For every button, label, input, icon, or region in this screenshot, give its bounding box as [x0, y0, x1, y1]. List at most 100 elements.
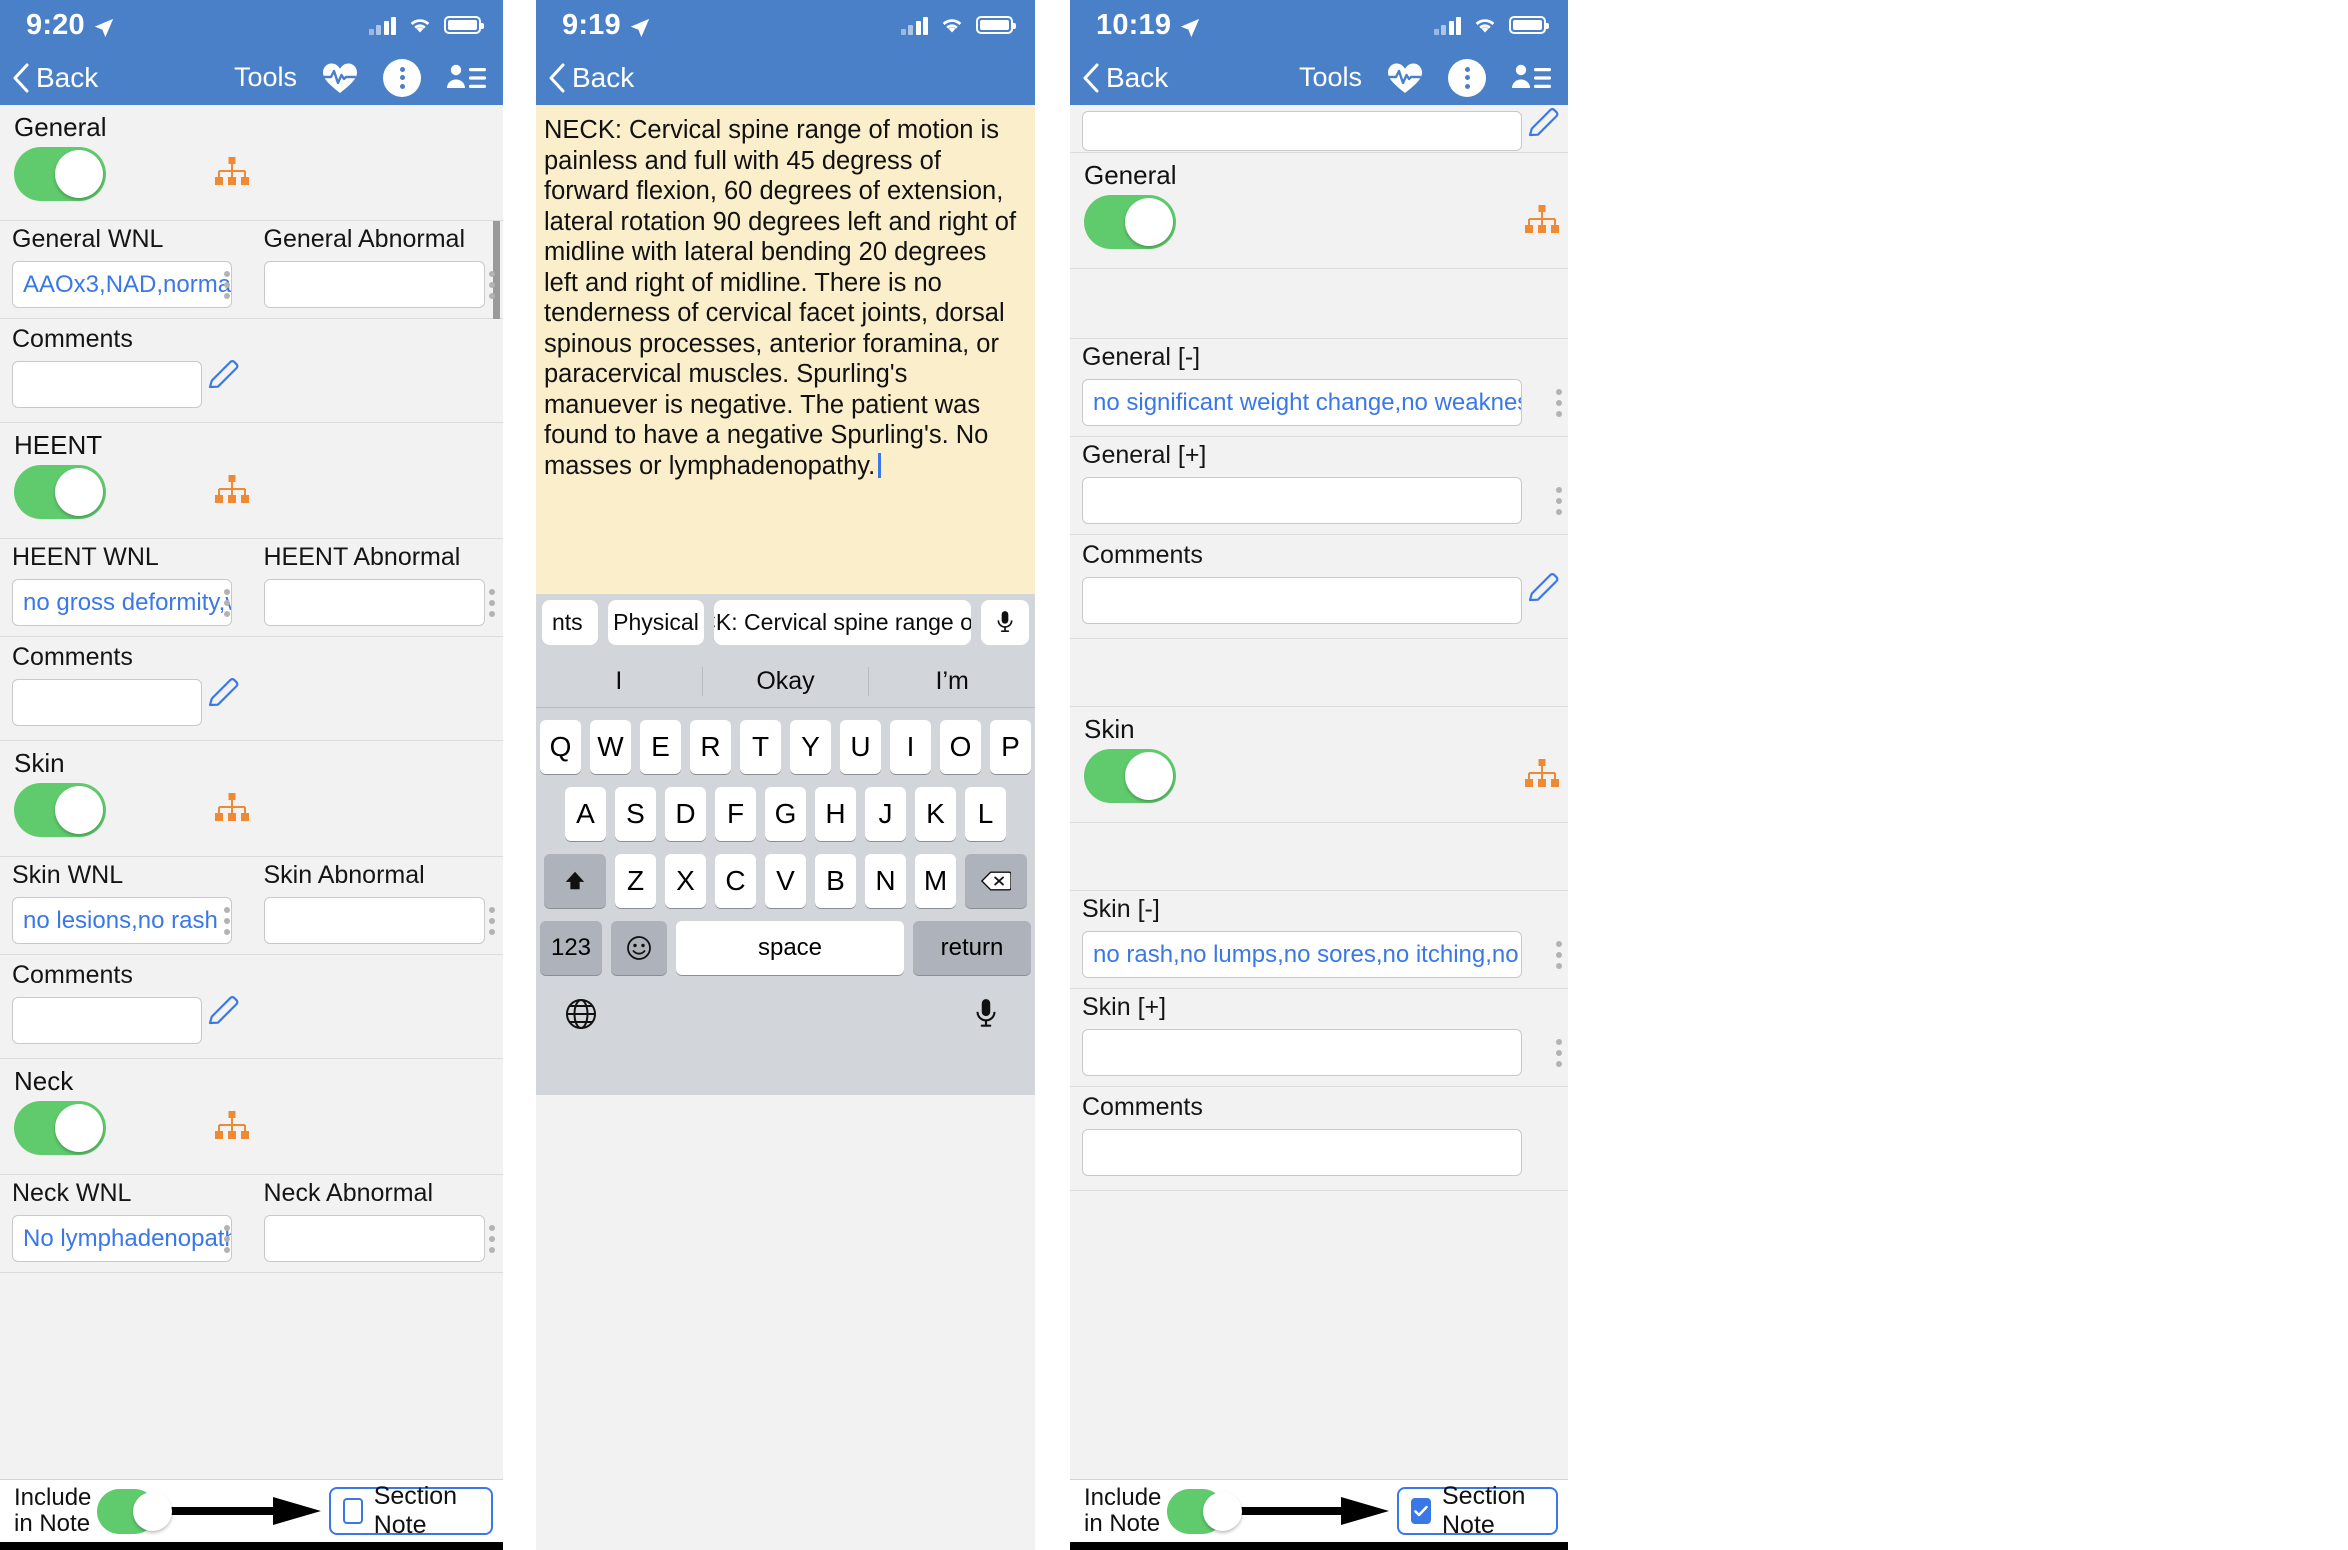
- key-c[interactable]: C: [715, 854, 756, 908]
- section-toggle[interactable]: [14, 464, 106, 519]
- key-g[interactable]: G: [765, 787, 806, 841]
- section-note-button[interactable]: Section Note: [1396, 1482, 1558, 1539]
- key-w[interactable]: W: [590, 720, 631, 774]
- key-u[interactable]: U: [840, 720, 881, 774]
- negative-input[interactable]: no significant weight change,no weakness…: [1082, 379, 1522, 426]
- shift-up-arrow-icon[interactable]: [544, 854, 606, 908]
- more-options-icon[interactable]: [1556, 1039, 1562, 1067]
- key-q[interactable]: Q: [540, 720, 581, 774]
- key-m[interactable]: M: [915, 854, 956, 908]
- more-options-icon[interactable]: [489, 589, 495, 617]
- section-toggle[interactable]: [14, 1100, 106, 1155]
- backspace-delete-icon[interactable]: [965, 854, 1027, 908]
- back-button[interactable]: Back: [12, 62, 98, 94]
- more-options-icon[interactable]: [1556, 941, 1562, 969]
- include-in-note-toggle[interactable]: [1167, 1488, 1242, 1534]
- key-a[interactable]: A: [565, 787, 606, 841]
- microphone-icon[interactable]: [973, 997, 1007, 1031]
- kebab-menu-icon[interactable]: [1448, 58, 1486, 97]
- key-i[interactable]: I: [890, 720, 931, 774]
- comments-input[interactable]: [12, 679, 202, 726]
- more-options-icon[interactable]: [223, 1225, 230, 1253]
- key-b[interactable]: B: [815, 854, 856, 908]
- ros-section-list[interactable]: General General [-] no significant weigh…: [1070, 105, 1568, 1550]
- back-button[interactable]: Back: [548, 62, 634, 94]
- numbers-key[interactable]: 123: [540, 921, 602, 975]
- emoji-smiley-icon[interactable]: [611, 921, 667, 975]
- note-text-editor[interactable]: NECK: Cervical spine range of motion is …: [536, 105, 1035, 594]
- section-toggle[interactable]: [14, 146, 106, 201]
- pencil-edit-icon[interactable]: [205, 993, 243, 1031]
- key-j[interactable]: J: [865, 787, 906, 841]
- key-h[interactable]: H: [815, 787, 856, 841]
- section-toggle[interactable]: [14, 782, 106, 837]
- section-note-checkbox[interactable]: [1410, 1498, 1431, 1524]
- key-t[interactable]: T: [740, 720, 781, 774]
- suggestion-chip-3[interactable]: NECK: Cervical spine range of mo: [714, 599, 971, 645]
- section-note-button[interactable]: Section Note: [328, 1482, 493, 1539]
- key-s[interactable]: S: [615, 787, 656, 841]
- wnl-input[interactable]: no lesions,no rash: [12, 897, 232, 944]
- prediction-3[interactable]: I’m: [868, 667, 1035, 696]
- key-x[interactable]: X: [665, 854, 706, 908]
- tools-button[interactable]: Tools: [234, 62, 297, 93]
- key-k[interactable]: K: [915, 787, 956, 841]
- heart-ekg-icon[interactable]: [1386, 61, 1424, 95]
- prediction-2[interactable]: Okay: [701, 667, 869, 696]
- key-v[interactable]: V: [765, 854, 806, 908]
- org-tree-icon[interactable]: [1524, 205, 1560, 235]
- abnormal-input[interactable]: [263, 1215, 485, 1262]
- key-p[interactable]: P: [990, 720, 1031, 774]
- key-e[interactable]: E: [640, 720, 681, 774]
- positive-input[interactable]: [1082, 477, 1522, 524]
- key-d[interactable]: D: [665, 787, 706, 841]
- suggestion-chip-2[interactable]: Physical: [608, 599, 704, 645]
- on-screen-keyboard[interactable]: I Okay I’m Q W E R T Y U I O P A S D F G…: [536, 650, 1035, 1095]
- microphone-icon[interactable]: [981, 599, 1029, 645]
- tools-button[interactable]: Tools: [1299, 62, 1362, 93]
- globe-language-icon[interactable]: [564, 997, 598, 1031]
- pencil-edit-icon[interactable]: [205, 357, 243, 395]
- more-options-icon[interactable]: [223, 907, 230, 935]
- key-n[interactable]: N: [865, 854, 906, 908]
- comments-input[interactable]: [12, 997, 202, 1044]
- abnormal-input[interactable]: [263, 261, 485, 308]
- org-tree-icon[interactable]: [214, 475, 250, 505]
- more-options-icon[interactable]: [489, 907, 495, 935]
- more-options-icon[interactable]: [1556, 487, 1562, 515]
- pencil-edit-icon[interactable]: [1525, 105, 1563, 143]
- back-button[interactable]: Back: [1082, 62, 1168, 94]
- abnormal-input[interactable]: [263, 897, 485, 944]
- key-z[interactable]: Z: [615, 854, 656, 908]
- org-tree-icon[interactable]: [214, 1111, 250, 1141]
- space-key[interactable]: space: [676, 921, 904, 975]
- pencil-edit-icon[interactable]: [205, 675, 243, 713]
- more-options-icon[interactable]: [223, 271, 230, 299]
- partial-input[interactable]: [1082, 111, 1522, 151]
- more-options-icon[interactable]: [489, 1225, 495, 1253]
- section-toggle[interactable]: [1084, 194, 1176, 249]
- return-key[interactable]: return: [913, 921, 1031, 975]
- comments-input[interactable]: [1082, 577, 1522, 624]
- more-options-icon[interactable]: [223, 589, 230, 617]
- kebab-menu-icon[interactable]: [383, 58, 421, 97]
- key-o[interactable]: O: [940, 720, 981, 774]
- org-tree-icon[interactable]: [214, 157, 250, 187]
- more-options-icon[interactable]: [1556, 389, 1562, 417]
- wnl-input[interactable]: no gross deformity,visu…: [12, 579, 232, 626]
- include-in-note-toggle[interactable]: [97, 1488, 173, 1534]
- org-tree-icon[interactable]: [1524, 759, 1560, 789]
- wnl-input[interactable]: No lymphadenopathy/te…: [12, 1215, 232, 1262]
- comments-input[interactable]: [1082, 1129, 1522, 1176]
- pencil-edit-icon[interactable]: [1525, 570, 1563, 608]
- section-note-checkbox[interactable]: [342, 1498, 363, 1524]
- patient-list-icon[interactable]: [1510, 63, 1552, 93]
- heart-ekg-icon[interactable]: [321, 61, 359, 95]
- more-options-icon[interactable]: [489, 271, 495, 299]
- key-l[interactable]: L: [965, 787, 1006, 841]
- patient-list-icon[interactable]: [445, 63, 487, 93]
- key-f[interactable]: F: [715, 787, 756, 841]
- exam-section-list[interactable]: General General WNL AAOx3,NAD,normal lev…: [0, 105, 503, 1550]
- abnormal-input[interactable]: [263, 579, 485, 626]
- positive-input[interactable]: [1082, 1029, 1522, 1076]
